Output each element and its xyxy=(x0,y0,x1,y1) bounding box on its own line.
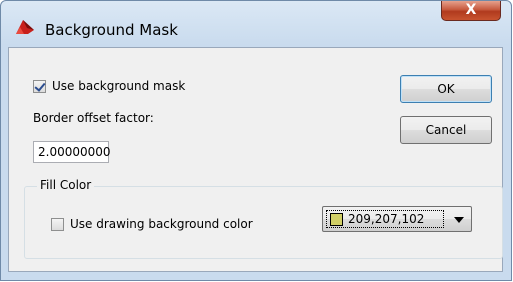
color-value: 209,207,102 xyxy=(348,212,425,226)
use-background-mask-label[interactable]: Use background mask xyxy=(52,79,185,93)
fill-color-group-title: Fill Color xyxy=(37,178,95,192)
border-offset-label: Border offset factor: xyxy=(33,111,154,125)
use-background-mask-checkbox[interactable] xyxy=(33,80,46,93)
title-bar[interactable]: Background Mask X xyxy=(1,1,511,47)
color-swatch xyxy=(330,213,343,226)
close-icon: X xyxy=(465,2,477,18)
border-offset-input[interactable]: 2.00000000 xyxy=(33,141,111,163)
close-button[interactable]: X xyxy=(441,1,501,21)
chevron-down-icon[interactable] xyxy=(454,217,464,223)
ok-button-label: OK xyxy=(437,82,455,96)
fill-color-dropdown[interactable]: 209,207,102 xyxy=(322,206,472,232)
cancel-button-label: Cancel xyxy=(425,123,467,137)
app-icon xyxy=(16,20,34,34)
cancel-button[interactable]: Cancel xyxy=(400,116,492,144)
ok-button[interactable]: OK xyxy=(400,75,492,103)
use-drawing-background-checkbox[interactable] xyxy=(51,218,64,231)
window-title: Background Mask xyxy=(45,21,178,39)
use-drawing-background-label[interactable]: Use drawing background color xyxy=(70,217,253,231)
